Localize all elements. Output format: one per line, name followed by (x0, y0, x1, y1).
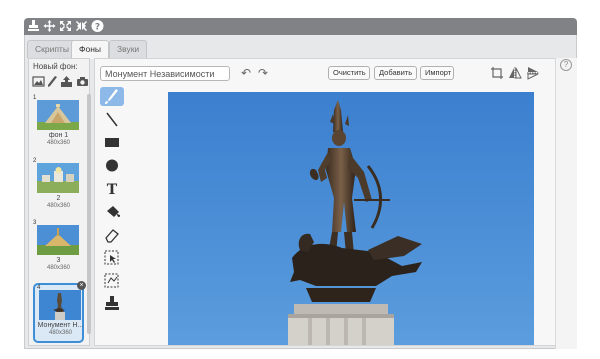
flip-horizontal-icon[interactable] (508, 66, 522, 80)
backdrop-thumb-1[interactable]: 1 фон 1 480x360 (33, 95, 84, 155)
import-button[interactable]: Импорт (420, 66, 454, 80)
backdrop-name: Монумент Н... (37, 322, 84, 329)
backdrop-number: 2 (33, 158, 37, 164)
fill-tool[interactable] (100, 202, 124, 221)
grow-icon[interactable] (59, 19, 72, 33)
clear-button[interactable]: Очистить (328, 66, 370, 80)
top-toolbar: ? (24, 18, 577, 35)
eraser-tool[interactable] (100, 225, 124, 244)
backdrop-thumb-2[interactable]: 2 2 480x360 (33, 158, 84, 218)
backdrop-name: фон 1 (48, 132, 69, 139)
move-icon[interactable] (43, 19, 56, 33)
help-icon[interactable]: ? (91, 19, 104, 33)
text-tool-glyph: T (107, 182, 118, 198)
add-button[interactable]: Добавить (374, 66, 417, 80)
tab-backdrops[interactable]: Фоны (71, 40, 109, 59)
stamp-tool[interactable] (100, 294, 124, 313)
backdrop-image (39, 290, 81, 320)
line-tool[interactable] (100, 110, 124, 129)
backdrops-panel: Новый фон: 1 фон 1 480x360 2 2 480x360 3… (28, 58, 91, 346)
tab-scripts[interactable]: Скрипты (27, 40, 77, 58)
backdrop-thumb-3[interactable]: 3 3 480x360 (33, 220, 84, 280)
backdrop-resolution: 480x360 (46, 140, 71, 146)
text-tool[interactable]: T (100, 179, 124, 198)
reshape-tool[interactable] (100, 271, 124, 290)
costume-name-input[interactable] (100, 66, 230, 81)
backdrop-name: 2 (56, 195, 61, 202)
main-frame: Скрипты Фоны Звуки Новый фон: 1 фон 1 48… (24, 35, 577, 349)
camera-icon[interactable] (76, 75, 89, 88)
image-icon[interactable] (32, 75, 45, 88)
monument-image (168, 92, 534, 345)
new-backdrop-label: Новый фон: (33, 62, 78, 71)
new-backdrop-buttons (32, 75, 90, 89)
backdrops-scrollbar[interactable] (87, 94, 91, 334)
crop-icon[interactable] (490, 66, 504, 80)
tab-bar: Скрипты Фоны Звуки (25, 35, 576, 59)
ellipse-tool[interactable] (100, 156, 124, 175)
flip-vertical-icon[interactable] (526, 66, 540, 80)
rectangle-tool[interactable] (100, 133, 124, 152)
backdrop-resolution: 480x360 (48, 330, 73, 336)
undo-icon[interactable]: ↶ (239, 66, 253, 80)
backdrop-number: 1 (33, 95, 37, 101)
right-scroll-area (555, 58, 577, 349)
backdrop-resolution: 480x360 (46, 265, 71, 271)
stamp-icon[interactable] (27, 19, 40, 33)
redo-icon[interactable]: ↷ (256, 66, 270, 80)
close-icon[interactable]: × (77, 281, 86, 290)
paint-brush-icon[interactable] (45, 75, 58, 88)
upload-icon[interactable] (60, 75, 73, 88)
brush-tool[interactable] (100, 87, 124, 106)
backdrop-resolution: 480x360 (46, 203, 71, 209)
svg-text:?: ? (95, 23, 100, 33)
shrink-icon[interactable] (75, 19, 88, 33)
backdrop-thumb-4[interactable]: 4 × Монумент Н... 480x360 (33, 281, 86, 343)
backdrop-name: 3 (56, 257, 61, 264)
select-tool[interactable] (100, 248, 124, 267)
backdrop-image (37, 225, 79, 255)
tab-sounds[interactable]: Звуки (109, 40, 148, 58)
help-icon[interactable]: ? (560, 59, 572, 71)
backdrop-image (37, 100, 79, 130)
backdrop-image (37, 163, 79, 193)
drawing-canvas[interactable] (168, 92, 534, 345)
backdrop-number: 3 (33, 220, 37, 226)
paint-editor: ↶ ↷ Очистить Добавить Импорт (94, 58, 558, 346)
